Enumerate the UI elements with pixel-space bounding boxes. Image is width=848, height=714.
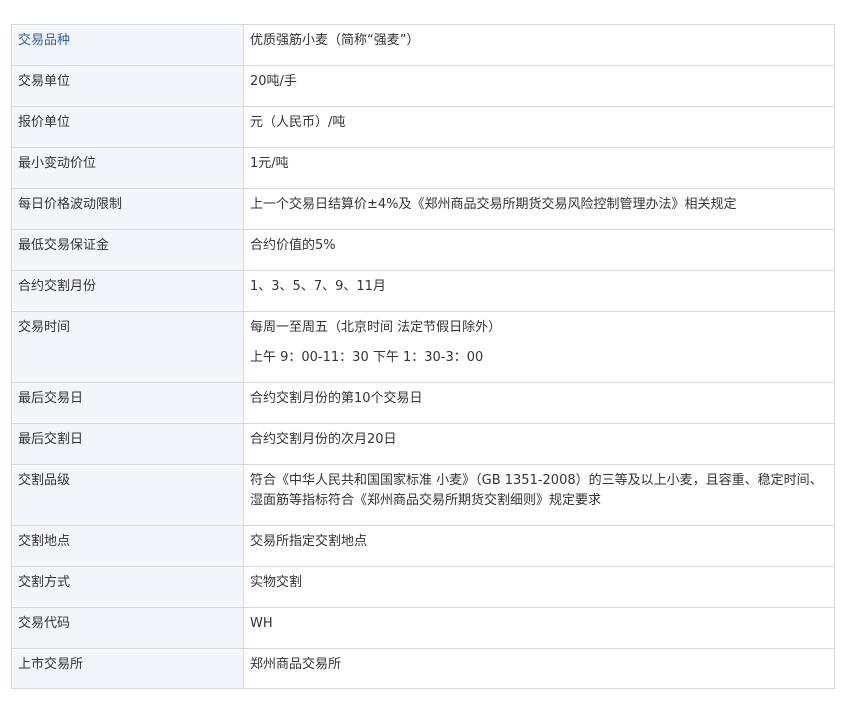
table-row: 交易时间 每周一至周五（北京时间 法定节假日除外） 上午 9：00-11：30 … <box>11 311 835 383</box>
row-label-cell: 最后交割日 <box>11 423 244 465</box>
row-value: 符合《中华人民共和国国家标准 小麦》（GB 1351-2008）的三等及以上小麦… <box>250 473 823 508</box>
row-label-cell: 交割方式 <box>11 566 244 608</box>
row-label: 交易品种 <box>18 33 71 48</box>
row-value: 1元/吨 <box>250 156 289 171</box>
row-value: 1、3、5、7、9、11月 <box>250 279 386 294</box>
row-label-cell: 报价单位 <box>11 106 244 148</box>
row-value: 优质强筋小麦（简称“强麦”） <box>250 33 420 48</box>
row-label-cell: 交割地点 <box>11 525 244 567</box>
table-row: 上市交易所 郑州商品交易所 <box>11 648 835 689</box>
row-value: 实物交割 <box>250 575 303 590</box>
row-label: 上市交易所 <box>18 657 84 672</box>
row-value: 交易所指定交割地点 <box>250 534 368 549</box>
row-label-cell: 交易单位 <box>11 65 244 107</box>
row-value: 每周一至周五（北京时间 法定节假日除外） <box>250 320 502 335</box>
row-label-cell: 最低交易保证金 <box>11 229 244 271</box>
row-value: WH <box>250 616 273 631</box>
row-value-cell: 合约交割月份的第10个交易日 <box>243 382 835 424</box>
table-row: 每日价格波动限制 上一个交易日结算价±4%及《郑州商品交易所期货交易风险控制管理… <box>11 188 835 230</box>
row-label-cell: 交割品级 <box>11 464 244 526</box>
row-value-cell: WH <box>243 607 835 649</box>
row-label: 交割地点 <box>18 534 71 549</box>
row-label: 合约交割月份 <box>18 279 97 294</box>
contract-spec-table: 交易品种 优质强筋小麦（简称“强麦”） 交易单位 20吨/手 报价单位 元（人民… <box>11 24 835 689</box>
table-row: 合约交割月份 1、3、5、7、9、11月 <box>11 270 835 312</box>
row-value: 合约交割月份的次月20日 <box>250 432 397 447</box>
row-label-cell: 最小变动价位 <box>11 147 244 189</box>
row-value: 元（人民币）/吨 <box>250 115 346 130</box>
row-label: 最低交易保证金 <box>18 238 110 253</box>
row-value: 合约交割月份的第10个交易日 <box>250 391 423 406</box>
row-label: 最后交易日 <box>18 391 84 406</box>
row-value-cell: 交易所指定交割地点 <box>243 525 835 567</box>
table-row: 最后交易日 合约交割月份的第10个交易日 <box>11 382 835 424</box>
row-value-cell: 元（人民币）/吨 <box>243 106 835 148</box>
row-value-cell: 符合《中华人民共和国国家标准 小麦》（GB 1351-2008）的三等及以上小麦… <box>243 464 835 526</box>
row-value: 合约价值的5% <box>250 238 336 253</box>
row-label: 每日价格波动限制 <box>18 197 123 212</box>
table-row: 交易品种 优质强筋小麦（简称“强麦”） <box>11 24 835 66</box>
table-row: 最低交易保证金 合约价值的5% <box>11 229 835 271</box>
row-label: 交易时间 <box>18 320 71 335</box>
table-row: 交割地点 交易所指定交割地点 <box>11 525 835 567</box>
row-label-cell: 交易品种 <box>11 24 244 66</box>
row-label-cell: 合约交割月份 <box>11 270 244 312</box>
table-row: 交割方式 实物交割 <box>11 566 835 608</box>
table-row: 交割品级 符合《中华人民共和国国家标准 小麦》（GB 1351-2008）的三等… <box>11 464 835 526</box>
row-label: 最后交割日 <box>18 432 84 447</box>
row-value-cell: 上一个交易日结算价±4%及《郑州商品交易所期货交易风险控制管理办法》相关规定 <box>243 188 835 230</box>
row-value-cell: 郑州商品交易所 <box>243 648 835 689</box>
row-label-cell: 上市交易所 <box>11 648 244 689</box>
row-label: 交易单位 <box>18 74 71 89</box>
row-value-cell: 实物交割 <box>243 566 835 608</box>
row-value: 20吨/手 <box>250 74 297 89</box>
row-value: 上一个交易日结算价±4%及《郑州商品交易所期货交易风险控制管理办法》相关规定 <box>250 197 737 212</box>
row-value-cell: 20吨/手 <box>243 65 835 107</box>
row-value-cell: 优质强筋小麦（简称“强麦”） <box>243 24 835 66</box>
row-label: 最小变动价位 <box>18 156 97 171</box>
row-label: 交割方式 <box>18 575 71 590</box>
table-row: 最小变动价位 1元/吨 <box>11 147 835 189</box>
row-label-cell: 交易时间 <box>11 311 244 383</box>
row-value-line2: 上午 9：00-11：30 下午 1：30-3：00 <box>250 350 484 365</box>
row-value-cell: 合约交割月份的次月20日 <box>243 423 835 465</box>
row-value-cell: 1、3、5、7、9、11月 <box>243 270 835 312</box>
table-row: 报价单位 元（人民币）/吨 <box>11 106 835 148</box>
row-value: 郑州商品交易所 <box>250 657 342 672</box>
row-value-cell: 每周一至周五（北京时间 法定节假日除外） 上午 9：00-11：30 下午 1：… <box>243 311 835 383</box>
row-label: 交易代码 <box>18 616 71 631</box>
row-label: 交割品级 <box>18 473 71 488</box>
row-label: 报价单位 <box>18 115 71 130</box>
row-label-cell: 交易代码 <box>11 607 244 649</box>
row-label-cell: 最后交易日 <box>11 382 244 424</box>
table-row: 最后交割日 合约交割月份的次月20日 <box>11 423 835 465</box>
row-value-cell: 1元/吨 <box>243 147 835 189</box>
table-row: 交易代码 WH <box>11 607 835 649</box>
row-value-cell: 合约价值的5% <box>243 229 835 271</box>
table-row: 交易单位 20吨/手 <box>11 65 835 107</box>
row-label-cell: 每日价格波动限制 <box>11 188 244 230</box>
